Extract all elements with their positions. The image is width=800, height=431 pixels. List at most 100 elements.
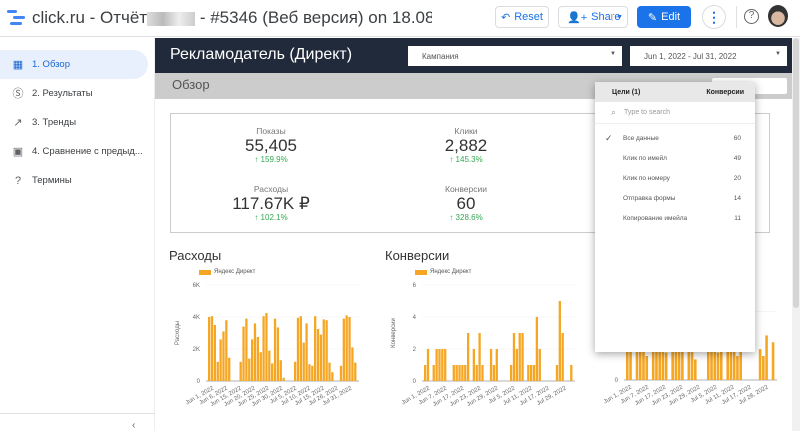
bar[interactable] xyxy=(509,365,513,381)
date-range-picker[interactable]: Jun 1, 2022 - Jul 31, 2022 ▼ xyxy=(630,46,787,66)
bar[interactable] xyxy=(314,316,317,381)
bar[interactable] xyxy=(438,349,441,381)
page-scrollbar[interactable] xyxy=(792,38,800,431)
bar[interactable] xyxy=(305,323,308,381)
bar[interactable] xyxy=(452,365,455,381)
bar[interactable] xyxy=(345,315,348,381)
bar[interactable] xyxy=(432,365,435,381)
bar[interactable] xyxy=(736,356,739,380)
bar[interactable] xyxy=(530,365,533,381)
bar[interactable] xyxy=(478,333,481,381)
bar[interactable] xyxy=(228,357,231,381)
bar[interactable] xyxy=(219,339,222,381)
bar[interactable] xyxy=(225,320,228,381)
sidebar-item-trends[interactable]: ↗ 3. Тренды xyxy=(0,108,154,137)
bar[interactable] xyxy=(475,365,478,381)
bar[interactable] xyxy=(489,349,493,381)
bar[interactable] xyxy=(339,365,343,381)
bar[interactable] xyxy=(245,318,248,381)
scrollbar-thumb[interactable] xyxy=(793,38,799,308)
sidebar-item-overview[interactable]: ▦ 1. Обзор xyxy=(0,50,148,79)
bar[interactable] xyxy=(426,349,430,381)
bar[interactable] xyxy=(296,317,300,381)
bar[interactable] xyxy=(271,363,274,381)
bar[interactable] xyxy=(535,317,539,381)
bar[interactable] xyxy=(268,350,271,381)
bar[interactable] xyxy=(316,329,320,381)
bar[interactable] xyxy=(328,362,331,381)
bar[interactable] xyxy=(282,377,285,381)
bar[interactable] xyxy=(518,333,521,381)
bar[interactable] xyxy=(716,352,720,380)
share-button[interactable]: 👤+ Share ▼ xyxy=(558,6,628,28)
bar[interactable] xyxy=(472,349,476,381)
bar[interactable] xyxy=(461,365,464,381)
bar[interactable] xyxy=(331,372,334,381)
dropdown-option[interactable]: Клик по имейл 49 xyxy=(595,148,755,168)
bar[interactable] xyxy=(351,347,354,381)
bar[interactable] xyxy=(239,361,242,381)
bar[interactable] xyxy=(512,333,516,381)
dropdown-option[interactable]: Копирование имейла 11 xyxy=(595,208,755,228)
sidebar-item-terms[interactable]: ? Термины xyxy=(0,166,154,195)
bar[interactable] xyxy=(532,365,536,381)
bar[interactable] xyxy=(555,365,559,381)
bar[interactable] xyxy=(521,333,524,381)
dropdown-option[interactable]: Клик по номеру 20 xyxy=(595,168,755,188)
bar[interactable] xyxy=(276,327,280,381)
bar[interactable] xyxy=(322,319,325,381)
bar[interactable] xyxy=(435,349,438,381)
bar[interactable] xyxy=(694,359,697,380)
bar[interactable] xyxy=(481,365,484,381)
bar[interactable] xyxy=(253,323,257,381)
bar[interactable] xyxy=(208,317,211,381)
bar[interactable] xyxy=(354,362,357,381)
bar[interactable] xyxy=(311,365,314,381)
bar[interactable] xyxy=(664,352,668,380)
bar[interactable] xyxy=(279,360,282,381)
bar[interactable] xyxy=(273,318,277,381)
bar[interactable] xyxy=(561,333,564,381)
bar[interactable] xyxy=(262,316,265,381)
bar[interactable] xyxy=(222,331,225,381)
reset-button[interactable]: ↶ Reset xyxy=(495,6,549,28)
bar[interactable] xyxy=(515,349,518,381)
bar[interactable] xyxy=(441,349,444,381)
bar[interactable] xyxy=(348,317,351,381)
bar[interactable] xyxy=(293,361,297,381)
bar[interactable] xyxy=(250,339,254,381)
bar[interactable] xyxy=(765,335,768,380)
bar[interactable] xyxy=(771,342,775,380)
user-avatar[interactable] xyxy=(768,5,788,27)
sidebar-item-comparison[interactable]: ▣ 4. Сравнение с предыд... xyxy=(0,137,154,166)
bar[interactable] xyxy=(558,301,561,381)
more-options-icon[interactable]: ⋮ xyxy=(702,5,726,29)
bar[interactable] xyxy=(216,361,219,381)
dropdown-search[interactable]: ⌕ Type to search xyxy=(595,102,755,124)
bar[interactable] xyxy=(342,318,345,381)
bar[interactable] xyxy=(466,333,470,381)
bar[interactable] xyxy=(248,358,251,381)
bar[interactable] xyxy=(495,349,498,381)
bar[interactable] xyxy=(458,365,461,381)
bar[interactable] xyxy=(424,365,427,381)
bar[interactable] xyxy=(213,325,217,381)
bar[interactable] xyxy=(464,365,467,381)
help-icon[interactable]: ? xyxy=(744,9,759,24)
bar[interactable] xyxy=(444,349,447,381)
sidebar-item-results[interactable]: Ⓢ 2. Результаты xyxy=(0,79,154,108)
bar[interactable] xyxy=(242,326,245,381)
bar[interactable] xyxy=(210,316,214,381)
bar[interactable] xyxy=(308,364,311,381)
bar[interactable] xyxy=(299,316,302,381)
bar[interactable] xyxy=(645,356,649,380)
bar[interactable] xyxy=(570,365,573,381)
edit-button[interactable]: ✎ Edit xyxy=(637,6,691,28)
dropdown-option[interactable]: Отправка формы 14 xyxy=(595,188,755,208)
bar[interactable] xyxy=(527,365,530,381)
bar[interactable] xyxy=(302,342,305,381)
dropdown-option[interactable]: ✓ Все данные 60 xyxy=(595,128,755,148)
bar[interactable] xyxy=(538,349,541,381)
bar[interactable] xyxy=(325,320,328,381)
bar[interactable] xyxy=(762,356,765,380)
